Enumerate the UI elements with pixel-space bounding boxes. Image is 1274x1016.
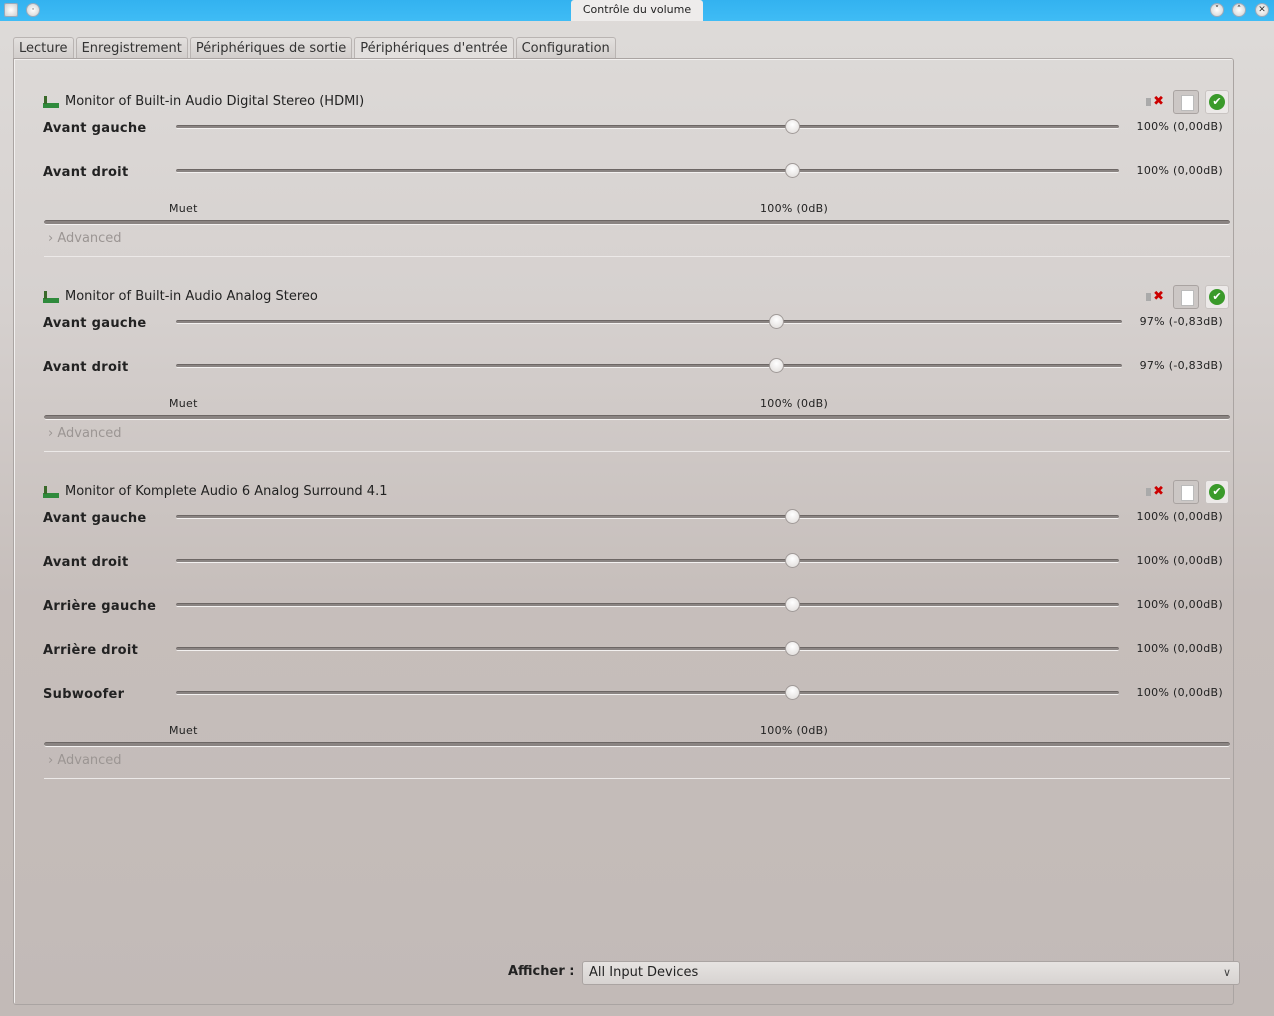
tab-2[interactable]: Périphériques de sortie — [189, 37, 353, 58]
balance-slider[interactable] — [44, 415, 1230, 420]
device-name-label: Monitor of Built-in Audio Analog Stereo — [65, 289, 318, 304]
channel-slider[interactable] — [176, 314, 1122, 329]
lock-channels-button[interactable] — [1173, 480, 1199, 504]
channel-slider[interactable] — [176, 509, 1119, 524]
chevron-right-icon: › — [48, 426, 58, 441]
channel-value: 100% (0,00dB) — [1136, 642, 1223, 655]
channel-slider[interactable] — [176, 641, 1119, 656]
advanced-expander[interactable]: › Advanced — [48, 231, 122, 246]
section-divider — [44, 778, 1230, 779]
advanced-label: Advanced — [57, 753, 122, 768]
scale-mid-label: 100% (0dB) — [760, 202, 829, 215]
set-default-button[interactable] — [1205, 90, 1229, 114]
channel-label: Subwoofer — [43, 687, 125, 702]
balance-slider[interactable] — [44, 220, 1230, 225]
device-name: Monitor of Komplete Audio 6 Analog Surro… — [43, 484, 388, 499]
channel-label: Avant gauche — [43, 511, 147, 526]
channel-label: Avant gauche — [43, 316, 147, 331]
tab-panel — [13, 58, 1234, 1005]
scale-min-label: Muet — [169, 724, 198, 737]
balance-slider[interactable] — [44, 742, 1230, 747]
channel-value: 100% (0,00dB) — [1136, 554, 1223, 567]
channel-slider[interactable] — [176, 163, 1119, 178]
channel-slider[interactable] — [176, 553, 1119, 568]
chevron-right-icon: › — [48, 231, 58, 246]
device-name: Monitor of Built-in Audio Digital Stereo… — [43, 94, 364, 109]
tab-4[interactable]: Configuration — [515, 37, 616, 58]
channel-label: Avant droit — [43, 360, 129, 375]
advanced-label: Advanced — [57, 426, 122, 441]
channel-label: Arrière gauche — [43, 599, 157, 614]
lock-channels-button[interactable] — [1173, 285, 1199, 309]
scale-mid-label: 100% (0dB) — [760, 397, 829, 410]
device-name: Monitor of Built-in Audio Analog Stereo — [43, 289, 318, 304]
sound-card-icon — [43, 485, 59, 498]
chevron-down-icon: ∨ — [1222, 966, 1231, 979]
tab-1[interactable]: Enregistrement — [75, 37, 188, 58]
channel-value: 100% (0,00dB) — [1136, 598, 1223, 611]
channel-slider[interactable] — [176, 597, 1119, 612]
app-icon — [4, 3, 18, 17]
section-divider — [44, 256, 1230, 257]
lock-channels-button[interactable] — [1173, 90, 1199, 114]
slider-thumb[interactable] — [768, 314, 784, 329]
device-name-label: Monitor of Built-in Audio Digital Stereo… — [65, 94, 365, 109]
mute-icon[interactable]: ✖ — [1146, 484, 1164, 500]
scale-mid-label: 100% (0dB) — [760, 724, 829, 737]
chevron-right-icon: › — [48, 753, 58, 768]
scale-min-label: Muet — [169, 202, 198, 215]
channel-label: Avant gauche — [43, 121, 147, 136]
channel-label: Arrière droit — [43, 643, 139, 658]
menu-icon[interactable]: · — [26, 3, 40, 17]
sound-card-icon — [43, 95, 59, 108]
channel-value: 100% (0,00dB) — [1136, 510, 1223, 523]
maximize-button[interactable]: ˄ — [1232, 3, 1246, 17]
mute-icon[interactable]: ✖ — [1146, 289, 1164, 305]
tab-0[interactable]: Lecture — [13, 37, 74, 58]
advanced-label: Advanced — [57, 231, 122, 246]
device-name-label: Monitor of Komplete Audio 6 Analog Surro… — [65, 484, 388, 499]
section-divider — [44, 451, 1230, 452]
sound-card-icon — [43, 290, 59, 303]
slider-thumb[interactable] — [768, 358, 784, 373]
channel-value: 97% (-0,83dB) — [1139, 359, 1223, 372]
close-button[interactable]: ✕ — [1255, 3, 1269, 17]
show-filter-value: All Input Devices — [589, 965, 699, 980]
channel-value: 97% (-0,83dB) — [1139, 315, 1223, 328]
channel-slider[interactable] — [176, 358, 1122, 373]
channel-label: Avant droit — [43, 165, 129, 180]
show-label: Afficher : — [508, 964, 575, 979]
tab-bar: Lecture Enregistrement Périphériques de so… — [13, 37, 616, 59]
advanced-expander[interactable]: › Advanced — [48, 426, 122, 441]
set-default-button[interactable] — [1205, 480, 1229, 504]
set-default-button[interactable] — [1205, 285, 1229, 309]
window-title: Contrôle du volume — [571, 0, 703, 21]
channel-label: Avant droit — [43, 555, 129, 570]
advanced-expander[interactable]: › Advanced — [48, 753, 122, 768]
show-filter-select[interactable]: All Input Devices ∨ — [582, 961, 1240, 985]
channel-slider[interactable] — [176, 685, 1119, 700]
channel-value: 100% (0,00dB) — [1136, 686, 1223, 699]
tab-3[interactable]: Périphériques d'entrée — [354, 37, 514, 59]
minimize-button[interactable]: ˅ — [1210, 3, 1224, 17]
channel-value: 100% (0,00dB) — [1136, 120, 1223, 133]
scale-min-label: Muet — [169, 397, 198, 410]
channel-value: 100% (0,00dB) — [1136, 164, 1223, 177]
mute-icon[interactable]: ✖ — [1146, 94, 1164, 110]
channel-slider[interactable] — [176, 119, 1119, 134]
title-bar: · Contrôle du volume ˅ ˄ ✕ — [0, 0, 1274, 21]
